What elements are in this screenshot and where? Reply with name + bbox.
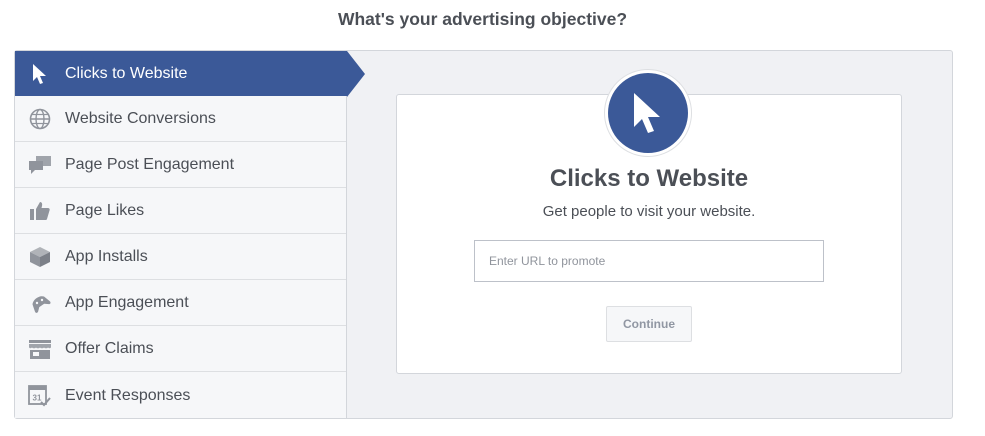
- active-item-pointer: [347, 51, 365, 97]
- sidebar-item-label: Clicks to Website: [65, 64, 188, 82]
- speech-bubbles-icon: [28, 153, 52, 177]
- sidebar-item-label: App Engagement: [65, 294, 189, 311]
- sidebar-item-label: Offer Claims: [65, 340, 154, 357]
- page-heading: What's your advertising objective?: [337, 9, 628, 29]
- globe-icon: [28, 107, 52, 131]
- sidebar-item-app-installs[interactable]: App Installs: [15, 235, 346, 280]
- calendar-icon: 31: [28, 384, 52, 408]
- objective-badge: [604, 69, 692, 157]
- sidebar-item-label: Event Responses: [65, 386, 191, 404]
- cursor-icon: [28, 62, 52, 86]
- gamepad-icon: [28, 291, 52, 315]
- sidebar-item-clicks-to-website[interactable]: Clicks to Website: [15, 51, 347, 96]
- sidebar-item-label: Page Post Engagement: [65, 156, 235, 173]
- sidebar-item-page-post-engagement[interactable]: Page Post Engagement: [15, 143, 346, 188]
- sidebar-item-website-conversions[interactable]: Website Conversions: [15, 97, 346, 142]
- sidebar-item-event-responses[interactable]: 31 Event Responses: [15, 373, 346, 418]
- sidebar-item-label: Website Conversions: [65, 110, 216, 127]
- continue-button[interactable]: Continue: [606, 306, 692, 342]
- sidebar-item-label: Page Likes: [65, 202, 145, 219]
- cursor-icon: [608, 73, 688, 153]
- objective-sidebar: Clicks to Website Website Conversions Pa…: [15, 51, 365, 418]
- objective-title: Clicks to Website: [549, 165, 749, 192]
- svg-text:31: 31: [33, 393, 42, 402]
- url-input[interactable]: [474, 240, 824, 282]
- sidebar-item-label: App Installs: [65, 248, 148, 265]
- objective-subtitle: Get people to visit your website.: [542, 203, 756, 220]
- box-icon: [28, 245, 52, 269]
- sidebar-item-offer-claims[interactable]: Offer Claims: [15, 327, 346, 372]
- sidebar-item-page-likes[interactable]: Page Likes: [15, 189, 346, 234]
- thumbs-up-icon: [28, 199, 52, 223]
- sidebar-item-app-engagement[interactable]: App Engagement: [15, 281, 346, 326]
- objective-panel: Clicks to Website Website Conversions Pa…: [14, 50, 953, 419]
- storefront-icon: [28, 337, 52, 361]
